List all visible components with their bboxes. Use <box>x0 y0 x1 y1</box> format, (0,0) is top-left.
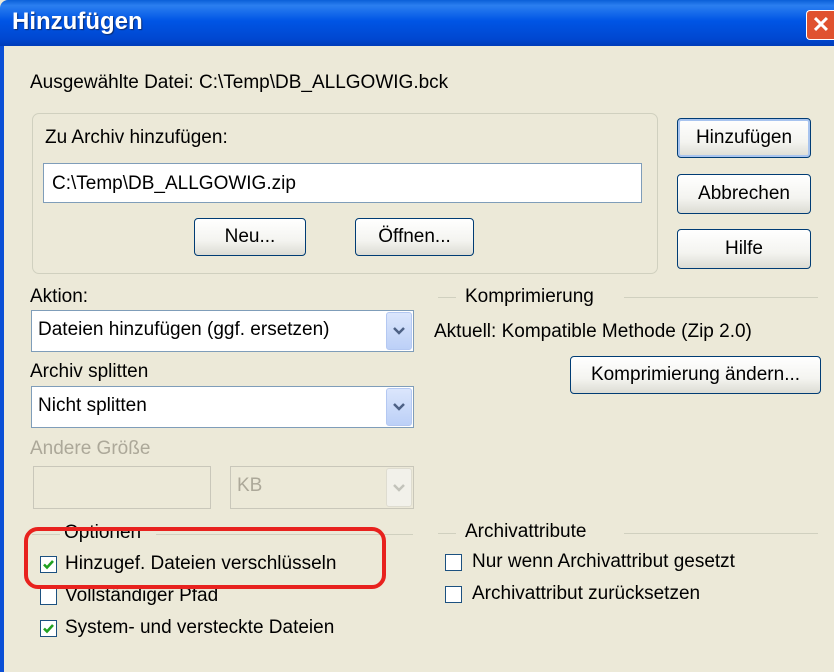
open-archive-button[interactable]: Öffnen... <box>355 218 474 256</box>
selected-file-label: Ausgewählte Datei: C:\Temp\DB_ALLGOWIG.b… <box>30 72 449 93</box>
change-compression-button[interactable]: Komprimierung ändern... <box>570 356 821 394</box>
attributes-heading: Archivattribute <box>465 521 587 542</box>
reset-attribute-checkbox[interactable] <box>445 586 462 603</box>
attributes-separator-left <box>438 533 456 534</box>
close-icon: ✕ <box>811 12 831 37</box>
archive-path-input[interactable]: C:\Temp\DB_ALLGOWIG.zip <box>43 163 642 203</box>
action-label: Aktion: <box>30 286 89 307</box>
compression-current: Aktuell: Kompatible Methode (Zip 2.0) <box>434 321 752 342</box>
split-select[interactable]: Nicht splitten <box>31 386 414 428</box>
compression-separator-left <box>438 297 456 298</box>
full-path-checkbox[interactable] <box>40 588 57 605</box>
archive-path-value: C:\Temp\DB_ALLGOWIG.zip <box>52 173 296 194</box>
chevron-down-icon[interactable] <box>386 388 412 426</box>
close-button[interactable]: ✕ <box>806 10 834 40</box>
system-files-checkbox[interactable] <box>40 620 57 637</box>
cancel-button[interactable]: Abbrechen <box>677 174 811 214</box>
only-if-set-checkbox[interactable] <box>445 554 462 571</box>
system-files-label: System- und versteckte Dateien <box>65 617 335 638</box>
help-button-label: Hilfe <box>724 238 763 259</box>
only-if-set-label: Nur wenn Archivattribut gesetzt <box>472 551 735 572</box>
annotation-highlight <box>24 527 386 589</box>
window-frame-left <box>0 46 4 672</box>
archive-label: Zu Archiv hinzufügen: <box>45 127 228 148</box>
title-bar[interactable]: Hinzufügen ✕ <box>0 0 834 46</box>
split-label: Archiv splitten <box>30 361 149 382</box>
action-select-value: Dateien hinzufügen (ggf. ersetzen) <box>38 319 330 340</box>
change-compression-button-label: Komprimierung ändern... <box>590 364 801 385</box>
size-label: Andere Größe <box>30 438 151 459</box>
add-button-label: Hinzufügen <box>695 127 793 148</box>
chevron-down-icon <box>386 468 412 507</box>
check-icon <box>43 624 54 634</box>
split-select-value: Nicht splitten <box>38 395 147 416</box>
chevron-down-icon[interactable] <box>386 312 412 350</box>
attributes-separator-right <box>624 533 818 534</box>
add-button[interactable]: Hinzufügen <box>677 118 811 158</box>
open-archive-button-label: Öffnen... <box>378 226 451 247</box>
size-input <box>33 466 211 509</box>
compression-separator-right <box>624 297 818 298</box>
compression-heading: Komprimierung <box>465 286 594 307</box>
help-button[interactable]: Hilfe <box>677 229 811 269</box>
cancel-button-label: Abbrechen <box>698 183 790 204</box>
size-unit-value: KB <box>237 475 263 496</box>
size-unit-select: KB <box>230 466 414 509</box>
reset-attribute-label: Archivattribut zurücksetzen <box>472 583 701 604</box>
window-title: Hinzufügen <box>12 8 143 35</box>
new-archive-button-label: Neu... <box>224 226 276 247</box>
dialog-window: Hinzufügen ✕ Ausgewählte Datei: C:\Temp\… <box>0 0 834 672</box>
new-archive-button[interactable]: Neu... <box>194 218 306 256</box>
action-select[interactable]: Dateien hinzufügen (ggf. ersetzen) <box>31 310 414 352</box>
